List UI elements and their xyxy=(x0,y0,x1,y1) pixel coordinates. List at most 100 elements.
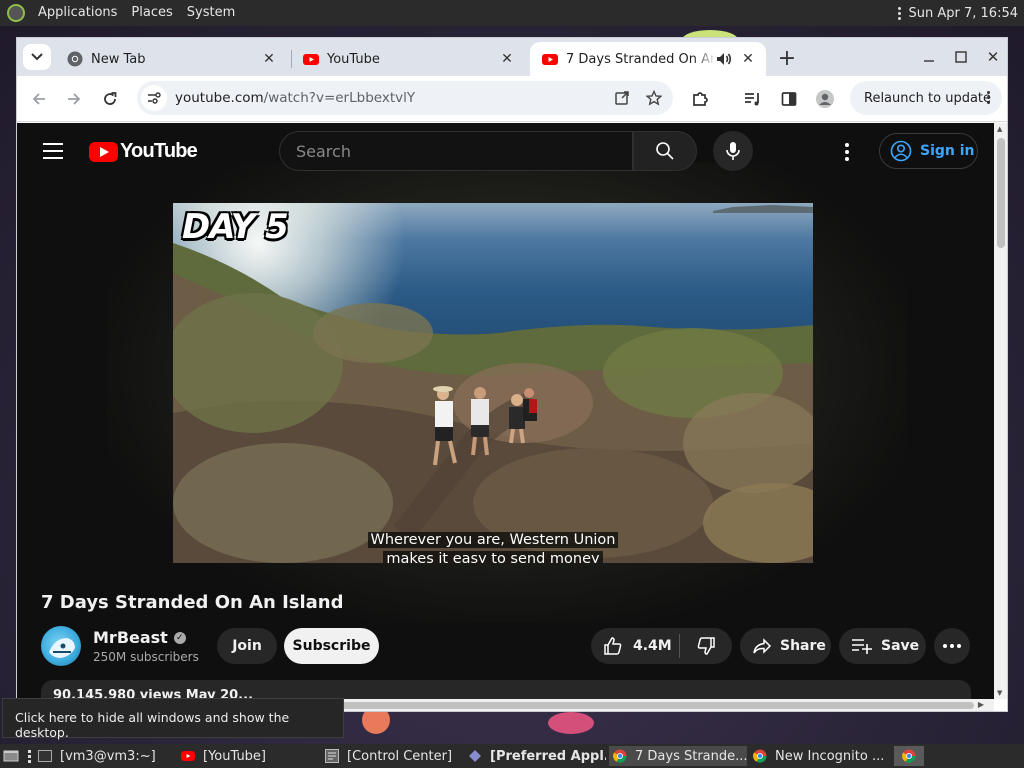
search-input[interactable]: Search xyxy=(279,131,633,171)
scroll-up-icon[interactable]: ▲ xyxy=(997,125,1002,133)
bookmark-star-icon[interactable] xyxy=(641,85,667,111)
panel-menu-icon[interactable] xyxy=(897,6,901,20)
share-icon xyxy=(753,638,772,654)
tab-strip: New Tab ✕ YouTube ✕ 7 Days Stranded On A… xyxy=(17,38,1007,76)
youtube-icon xyxy=(542,54,558,65)
verified-check-icon: ✓ xyxy=(173,631,186,644)
close-tab-icon[interactable]: ✕ xyxy=(738,49,758,69)
youtube-header: YouTube Search Sign in xyxy=(17,123,994,179)
menu-hamburger-icon[interactable] xyxy=(43,143,63,164)
side-panel-icon[interactable] xyxy=(776,86,802,112)
taskbar-item-youtube[interactable]: [YouTube] xyxy=(181,746,316,766)
description-box[interactable]: 90,145,980 views May 20... xyxy=(41,680,971,699)
show-desktop-icon xyxy=(3,750,19,762)
caption-text: Wherever you are, Western Union xyxy=(367,532,619,548)
caption-line: makes it easy to send money xyxy=(173,550,813,563)
like-button[interactable]: 4.4M xyxy=(591,636,679,656)
subscribe-button[interactable]: Subscribe xyxy=(284,628,379,664)
taskbar-item-control-center[interactable]: [Control Center] xyxy=(325,746,460,766)
youtube-logo[interactable]: YouTube xyxy=(89,140,198,163)
taskbar-item-chrome[interactable] xyxy=(894,746,924,766)
show-desktop-button[interactable] xyxy=(3,746,21,766)
voice-search-button[interactable] xyxy=(713,131,753,171)
taskbar-handle[interactable] xyxy=(27,746,32,766)
taskbar-item-terminal[interactable]: [vm3@vm3:~] xyxy=(38,746,168,766)
reload-button[interactable] xyxy=(97,86,123,112)
address-bar[interactable]: youtube.com/watch?v=erLbbextvlY xyxy=(137,81,673,115)
applications-menu[interactable]: Applications xyxy=(31,0,124,26)
arrow-right-icon xyxy=(68,93,81,105)
channel-avatar[interactable] xyxy=(41,626,81,666)
sign-in-label: Sign in xyxy=(920,143,975,159)
video-frame-landscape xyxy=(173,205,813,563)
close-tab-icon[interactable]: ✕ xyxy=(497,49,517,69)
browser-toolbar: youtube.com/watch?v=erLbbextvlY Relaunch… xyxy=(17,76,1007,122)
minimize-window-icon[interactable] xyxy=(917,46,941,68)
taskbar-item-label: [YouTube] xyxy=(203,748,267,764)
join-button[interactable]: Join xyxy=(217,628,277,664)
tab-title: New Tab xyxy=(91,51,146,67)
scroll-down-icon[interactable]: ▼ xyxy=(997,689,1002,697)
vertical-scrollbar[interactable]: ▲ ▼ xyxy=(994,123,1007,699)
search-button[interactable] xyxy=(633,131,697,171)
channel-name[interactable]: MrBeast ✓ xyxy=(93,628,186,647)
back-button[interactable] xyxy=(26,86,52,112)
channel-name-text: MrBeast xyxy=(93,628,168,647)
more-actions-button[interactable] xyxy=(934,628,970,664)
microphone-icon xyxy=(726,142,740,160)
desktop-blob xyxy=(548,712,594,734)
taskbar-item-preferred-applications[interactable]: [Preferred Appl... xyxy=(468,746,606,766)
open-in-app-icon[interactable] xyxy=(609,85,635,111)
settings-menu-icon[interactable] xyxy=(845,143,849,161)
tab-7-days-stranded[interactable]: 7 Days Stranded On An Island ✕ xyxy=(530,42,766,76)
account-icon xyxy=(890,140,912,162)
media-controls-icon[interactable] xyxy=(740,86,766,112)
video-title: 7 Days Stranded On An Island xyxy=(41,592,344,613)
playlist-add-icon xyxy=(852,639,872,654)
browser-window: New Tab ✕ YouTube ✕ 7 Days Stranded On A… xyxy=(16,37,1008,712)
gnome-logo-icon[interactable] xyxy=(7,4,25,22)
speaker-icon[interactable] xyxy=(716,52,732,66)
relaunch-to-update-button[interactable]: Relaunch to update xyxy=(850,81,1002,115)
tab-title: 7 Days Stranded On An Island xyxy=(566,51,716,67)
video-player[interactable]: DAY 5 Wherever you are, Western Union ma… xyxy=(173,203,813,563)
taskbar-item-chrome-youtube[interactable]: 7 Days Strande... xyxy=(609,746,747,766)
tab-youtube[interactable]: YouTube ✕ xyxy=(291,42,525,76)
like-dislike-group: 4.4M xyxy=(591,628,732,664)
tab-search-button[interactable] xyxy=(23,44,51,70)
site-info-icon[interactable] xyxy=(141,85,167,111)
taskbar-item-label: 7 Days Strande... xyxy=(635,748,747,764)
caption-line: Wherever you are, Western Union xyxy=(173,531,813,550)
relaunch-label: Relaunch to update xyxy=(864,90,992,106)
url-text[interactable]: youtube.com/watch?v=erLbbextvlY xyxy=(175,90,609,106)
close-window-icon[interactable]: ✕ xyxy=(981,46,1005,68)
scroll-right-icon[interactable]: ▶ xyxy=(978,700,984,709)
chrome-icon xyxy=(753,749,767,763)
forward-button[interactable] xyxy=(61,86,87,112)
share-button[interactable]: Share xyxy=(740,628,831,664)
youtube-page: YouTube Search Sign in DAY 5 Wherever yo… xyxy=(17,123,994,699)
thumbs-down-icon xyxy=(697,637,715,655)
youtube-play-icon xyxy=(89,141,118,162)
subscribe-label: Subscribe xyxy=(292,638,371,654)
save-button[interactable]: Save xyxy=(839,628,926,664)
reload-icon xyxy=(104,92,117,105)
maximize-window-icon[interactable] xyxy=(949,46,973,68)
places-menu[interactable]: Places xyxy=(124,0,179,26)
extensions-icon[interactable] xyxy=(687,86,713,112)
sign-in-button[interactable]: Sign in xyxy=(879,133,978,169)
new-tab-button[interactable]: + xyxy=(775,46,799,71)
control-center-icon xyxy=(325,749,339,763)
clock[interactable]: Sun Apr 7, 16:54 xyxy=(909,6,1018,21)
profile-avatar-icon[interactable] xyxy=(812,86,838,112)
share-label: Share xyxy=(780,638,826,654)
close-tab-icon[interactable]: ✕ xyxy=(259,49,279,69)
url-host: youtube.com xyxy=(175,90,264,106)
tab-new-tab[interactable]: New Tab ✕ xyxy=(55,42,287,76)
arrow-left-icon xyxy=(32,93,45,105)
dislike-button[interactable] xyxy=(680,636,732,656)
scroll-thumb[interactable] xyxy=(997,138,1005,248)
system-menu[interactable]: System xyxy=(180,0,242,26)
taskbar-item-chrome-incognito[interactable]: New Incognito ... xyxy=(753,746,893,766)
browser-menu-icon[interactable] xyxy=(987,91,990,104)
